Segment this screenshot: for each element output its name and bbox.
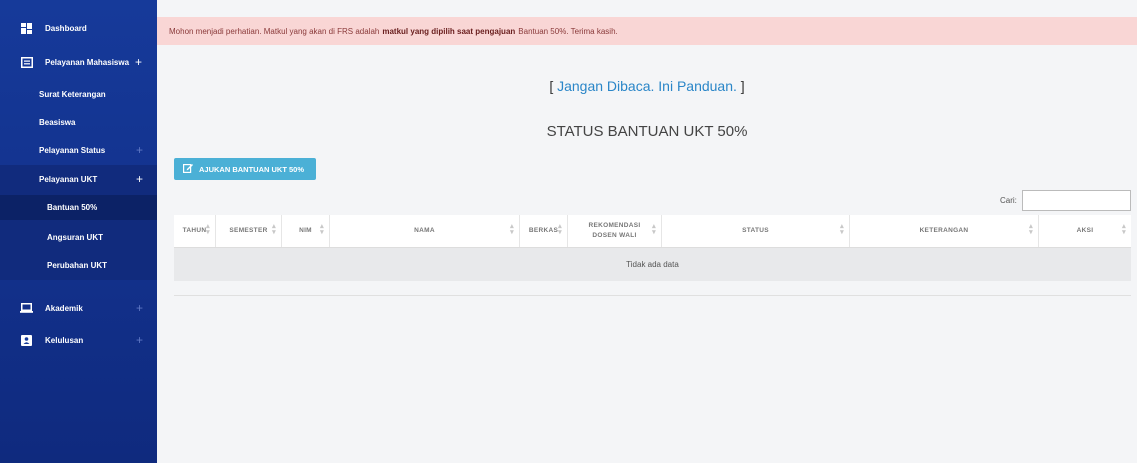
user-card-icon <box>20 334 33 347</box>
page-title: STATUS BANTUAN UKT 50% <box>546 123 748 140</box>
guide-link-row: [ Jangan Dibaca. Ini Panduan. ] <box>157 78 1137 94</box>
laptop-icon <box>20 302 33 315</box>
th-keterangan[interactable]: KETERANGAN ▴ ▾ <box>850 215 1039 247</box>
sidebar-item-label: Angsuran UKT <box>47 232 103 242</box>
edit-icon <box>183 163 193 175</box>
sidebar: Dashboard Pelayanan Mahasiswa + Surat Ke… <box>0 0 157 463</box>
th-rekomendasi[interactable]: REKOMENDASI DOSEN WALI ▴ ▾ <box>568 215 662 247</box>
th-nama[interactable]: NAMA ▴ ▾ <box>330 215 520 247</box>
th-label: NAMA <box>414 227 435 235</box>
sidebar-item-label: Akademik <box>45 303 83 313</box>
sidebar-item-akademik[interactable]: Akademik + <box>0 298 157 318</box>
expand-plus-icon[interactable]: + <box>135 55 142 69</box>
sidebar-item-beasiswa[interactable]: Beasiswa <box>0 113 157 131</box>
sort-icon: ▴ ▾ <box>652 223 656 236</box>
table-footer <box>174 281 1131 296</box>
sidebar-item-pelayanan-status[interactable]: Pelayanan Status + <box>0 141 157 159</box>
table-header: TAHUN ▴ ▾ SEMESTER ▴ ▾ NIM ▴ ▾ NAMA ▴ ▾ BERKAS ▴ ▾… <box>174 215 1131 248</box>
expand-plus-icon[interactable]: + <box>136 333 143 347</box>
sort-icon: ▴ ▾ <box>320 223 324 236</box>
search-input[interactable] <box>1022 190 1131 211</box>
sidebar-item-label: Pelayanan UKT <box>39 174 98 184</box>
sort-icon: ▴ ▾ <box>272 223 276 236</box>
th-semester[interactable]: SEMESTER ▴ ▾ <box>216 215 282 247</box>
apply-bantuan-button[interactable]: AJUKAN BANTUAN UKT 50% <box>174 158 316 180</box>
alert-text-1: Mohon menjadi perhatian. Matkul yang aka… <box>169 26 380 36</box>
bracket-open: [ <box>549 78 558 94</box>
data-table: TAHUN ▴ ▾ SEMESTER ▴ ▾ NIM ▴ ▾ NAMA ▴ ▾ BERKAS ▴ ▾… <box>174 215 1131 296</box>
sort-icon: ▴ ▾ <box>510 223 514 236</box>
sidebar-item-pelayanan-mahasiswa[interactable]: Pelayanan Mahasiswa + <box>0 52 157 72</box>
guide-link[interactable]: Jangan Dibaca. Ini Panduan. <box>557 78 737 94</box>
th-tahun[interactable]: TAHUN ▴ ▾ <box>174 215 216 247</box>
sidebar-item-pelayanan-ukt[interactable]: Pelayanan UKT + <box>0 170 157 188</box>
sidebar-item-label: Beasiswa <box>39 117 76 127</box>
list-icon <box>20 56 33 69</box>
sidebar-item-angsuran-ukt[interactable]: Angsuran UKT <box>0 228 157 246</box>
th-label: SEMESTER <box>229 227 268 235</box>
th-label: KETERANGAN <box>919 227 969 235</box>
bracket-close: ] <box>736 78 745 94</box>
alert-text-bold: matkul yang dipilih saat pengajuan <box>382 26 516 36</box>
sidebar-item-label: Surat Keterangan <box>39 89 106 99</box>
sidebar-item-kelulusan[interactable]: Kelulusan + <box>0 330 157 350</box>
sidebar-item-surat-keterangan[interactable]: Surat Keterangan <box>0 85 157 103</box>
th-label: REKOMENDASI DOSEN WALI <box>588 222 641 239</box>
th-label: NIM <box>299 227 312 235</box>
sidebar-item-label: Pelayanan Mahasiswa <box>45 57 130 67</box>
alert-banner: Mohon menjadi perhatian. Matkul yang aka… <box>157 17 1137 45</box>
grid-icon <box>20 22 33 35</box>
th-label: BERKAS <box>528 227 559 235</box>
sidebar-item-label: Kelulusan <box>45 335 84 345</box>
sidebar-item-label: Perubahan UKT <box>47 260 108 270</box>
sidebar-item-label: Dashboard <box>45 23 87 33</box>
sidebar-item-dashboard[interactable]: Dashboard <box>0 18 157 38</box>
th-label: STATUS <box>742 227 769 235</box>
sort-icon: ▴ ▾ <box>840 223 844 236</box>
th-label: AKSI <box>1076 227 1094 235</box>
sort-icon: ▴ ▾ <box>206 223 210 236</box>
th-label: TAHUN <box>182 227 207 235</box>
expand-plus-icon[interactable]: + <box>136 143 143 157</box>
sidebar-item-bantuan-50[interactable]: Bantuan 50% <box>0 198 157 216</box>
th-berkas[interactable]: BERKAS ▴ ▾ <box>520 215 568 247</box>
expand-plus-icon[interactable]: + <box>136 301 143 315</box>
main-content: Mohon menjadi perhatian. Matkul yang aka… <box>157 0 1137 463</box>
alert-text-2: Bantuan 50%. Terima kasih. <box>518 26 618 36</box>
apply-button-label: AJUKAN BANTUAN UKT 50% <box>199 164 305 174</box>
search-label: Cari: <box>1000 196 1017 205</box>
sort-icon: ▴ ▾ <box>1122 223 1126 236</box>
expand-plus-icon[interactable]: + <box>136 172 143 186</box>
table-empty-row: Tidak ada data <box>174 248 1131 281</box>
th-nim[interactable]: NIM ▴ ▾ <box>282 215 330 247</box>
sidebar-item-label: Pelayanan Status <box>39 145 106 155</box>
th-aksi[interactable]: AKSI ▴ ▾ <box>1039 215 1131 247</box>
sort-icon: ▴ ▾ <box>1029 223 1033 236</box>
sidebar-item-perubahan-ukt[interactable]: Perubahan UKT <box>0 256 157 274</box>
sort-icon: ▴ ▾ <box>558 223 562 236</box>
sidebar-item-label: Bantuan 50% <box>47 202 98 212</box>
th-status[interactable]: STATUS ▴ ▾ <box>662 215 850 247</box>
